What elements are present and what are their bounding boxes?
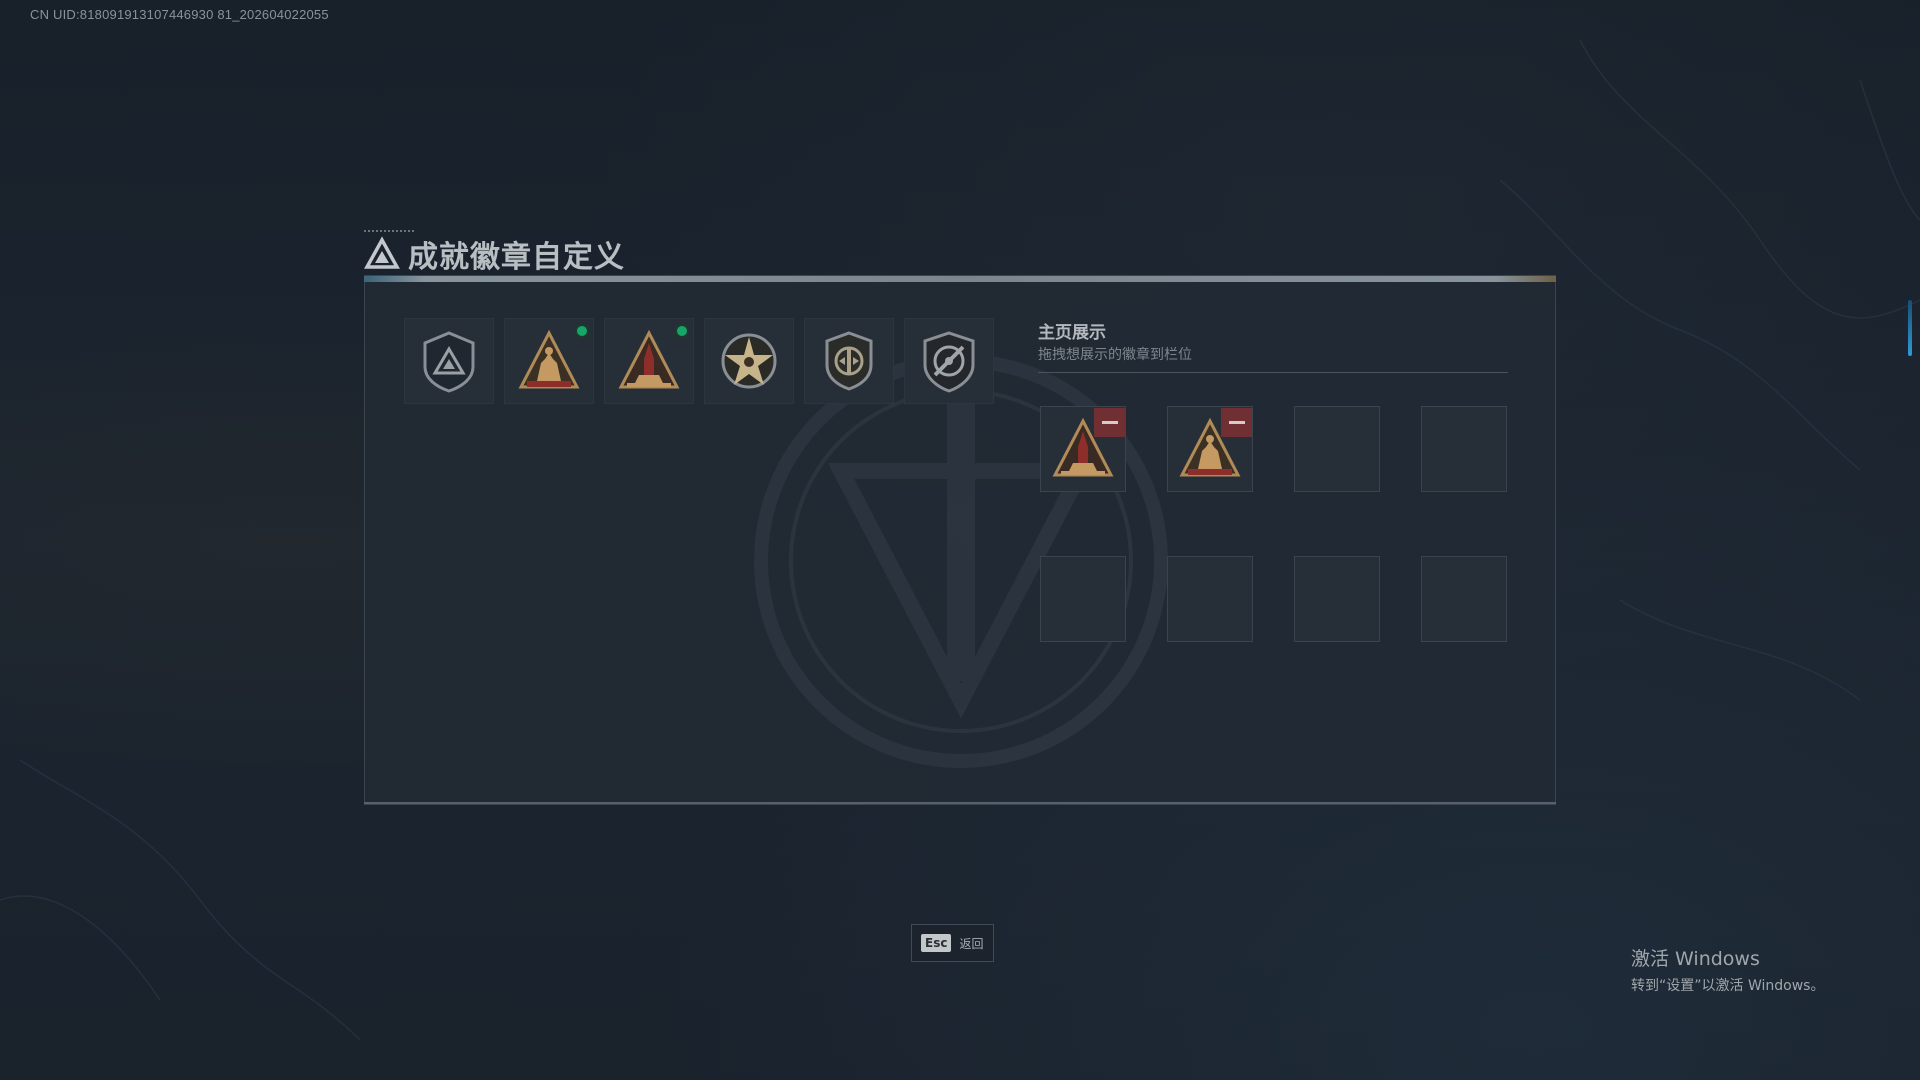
showcase-slot-empty[interactable] xyxy=(1167,556,1253,642)
remove-badge-button[interactable] xyxy=(1221,408,1252,437)
minus-icon xyxy=(1101,421,1118,424)
showcase-title: 主页展示 xyxy=(1038,323,1106,343)
showcase-slot[interactable] xyxy=(1040,406,1126,492)
showcase-slot-empty[interactable] xyxy=(1294,406,1380,492)
badge-item[interactable] xyxy=(804,318,894,404)
showcase-slot[interactable] xyxy=(1167,406,1253,492)
activation-title: 激活 Windows xyxy=(1631,948,1760,970)
minus-icon xyxy=(1228,421,1245,424)
remove-badge-button[interactable] xyxy=(1094,408,1125,437)
triangle-logo-icon xyxy=(364,236,400,269)
showcase-slots xyxy=(1040,406,1507,642)
uid-label: CN UID:818091913107446930 81_20260402205… xyxy=(30,7,329,22)
badge-list xyxy=(404,318,994,404)
title-decoration xyxy=(364,230,414,233)
showcase-subtitle: 拖拽想展示的徽章到栏位 xyxy=(1038,347,1192,363)
panel-top-bar xyxy=(364,276,1556,282)
back-label: 返回 xyxy=(959,936,984,951)
game-screen: CN UID:818091913107446930 81_20260402205… xyxy=(0,0,1920,1080)
emblem-shield-badge-icon xyxy=(825,331,873,391)
new-indicator-dot xyxy=(675,324,689,338)
target-shield-badge-icon xyxy=(923,331,975,393)
activation-subtitle: 转到“设置”以激活 Windows。 xyxy=(1631,978,1825,994)
panel-bottom-edge xyxy=(364,802,1556,804)
esc-key-icon: Esc xyxy=(921,934,952,952)
windows-activation-watermark: 激活 Windows 转到“设置”以激活 Windows。 xyxy=(1631,944,1824,995)
showcase-slot-empty[interactable] xyxy=(1294,556,1380,642)
rocket-triangle-badge-icon xyxy=(618,329,680,389)
showcase-slot-empty[interactable] xyxy=(1421,556,1507,642)
soldiers-triangle-badge-icon xyxy=(518,329,580,389)
showcase-slot-empty[interactable] xyxy=(1421,406,1507,492)
back-button[interactable]: Esc 返回 xyxy=(911,924,994,962)
badge-item[interactable] xyxy=(604,318,694,404)
badge-item[interactable] xyxy=(404,318,494,404)
new-indicator-dot xyxy=(575,324,589,338)
edge-scroll-indicator xyxy=(1908,300,1912,356)
star-wheel-badge-icon xyxy=(721,333,777,389)
badge-item[interactable] xyxy=(904,318,994,404)
badge-item[interactable] xyxy=(704,318,794,404)
page-header: 成就徽章自定义 xyxy=(364,234,625,275)
page-title: 成就徽章自定义 xyxy=(408,240,625,275)
badge-item[interactable] xyxy=(504,318,594,404)
showcase-divider xyxy=(1038,372,1508,373)
shield-triangle-badge-icon xyxy=(423,331,475,393)
showcase-slot-empty[interactable] xyxy=(1040,556,1126,642)
